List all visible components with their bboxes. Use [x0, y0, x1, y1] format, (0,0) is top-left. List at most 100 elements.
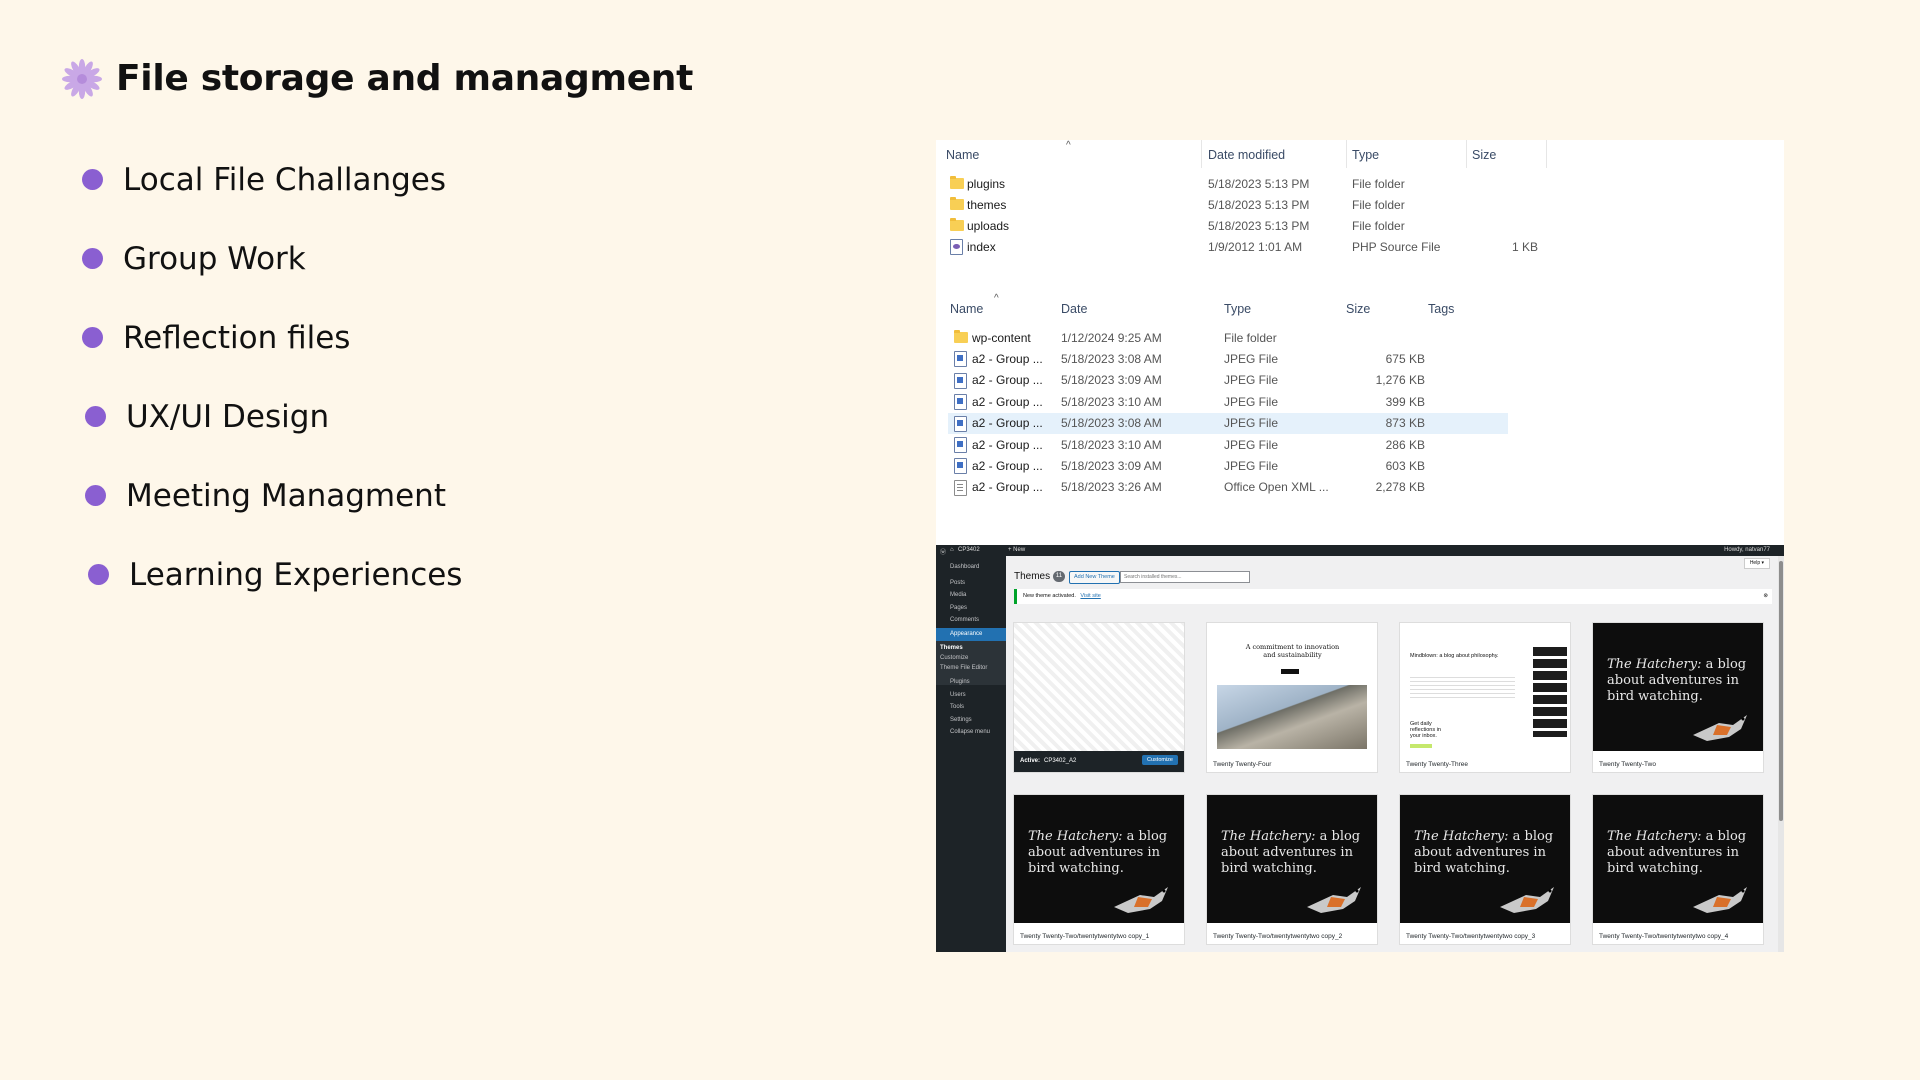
theme-name: Twenty Twenty-Four	[1213, 761, 1272, 768]
sidebar-item-appearance[interactable]: Appearance	[936, 628, 1006, 641]
file-explorer-screenshot: ^ Name Date modified Type Size plugins 5/…	[936, 140, 1784, 545]
sidebar-item-users[interactable]: Users	[950, 692, 966, 698]
file-date: 5/18/2023 3:10 AM	[1061, 437, 1162, 452]
sidebar-item-settings[interactable]: Settings	[950, 717, 972, 723]
column-header-date-modified[interactable]: Date modified	[1208, 148, 1285, 162]
file-date: 5/18/2023 5:13 PM	[1208, 197, 1310, 212]
theme-screenshot: The Hatchery: a blog about adventures in…	[1593, 795, 1763, 923]
theme-card[interactable]: The Hatchery: a blog about adventures in…	[1593, 795, 1763, 944]
column-header-size[interactable]: Size	[1346, 302, 1370, 316]
theme-name: Twenty Twenty-Three	[1406, 761, 1469, 768]
sidebar-item-plugins[interactable]: Plugins	[950, 679, 970, 685]
file-row[interactable]: index 1/9/2012 1:01 AM PHP Source File 1 KB	[936, 236, 1546, 257]
bullet-text: UX/UI Design	[126, 398, 330, 435]
column-header-type[interactable]: Type	[1224, 302, 1251, 316]
file-row[interactable]: a2 - Group ... 5/18/2023 3:10 AM JPEG File…	[948, 391, 1508, 412]
bullet-dot	[82, 248, 103, 269]
sidebar-item-media[interactable]: Media	[950, 592, 966, 598]
php-file-icon	[950, 239, 963, 255]
file-date: 5/18/2023 3:08 AM	[1061, 351, 1162, 366]
file-name: themes	[967, 197, 1007, 212]
file-row[interactable]: a2 - Group ... 5/18/2023 3:08 AM JPEG File…	[948, 412, 1508, 434]
column-header-tags[interactable]: Tags	[1428, 302, 1454, 316]
file-type: File folder	[1352, 197, 1405, 212]
file-name: plugins	[967, 176, 1006, 191]
file-type: PHP Source File	[1352, 239, 1441, 254]
file-name: a2 - Group ...	[972, 416, 1043, 431]
new-content-link[interactable]: + New	[1008, 547, 1025, 553]
submenu-theme-file-editor[interactable]: Theme File Editor	[940, 665, 987, 671]
submenu-customize[interactable]: Customize	[940, 655, 968, 661]
sidebar-item-posts[interactable]: Posts	[950, 580, 965, 586]
howdy-user[interactable]: Howdy, natvan77	[1724, 547, 1770, 553]
file-name: a2 - Group ...	[972, 351, 1043, 366]
slide-title: File storage and managment	[116, 58, 694, 99]
file-row[interactable]: a2 - Group ... 5/18/2023 3:08 AM JPEG File…	[948, 348, 1508, 369]
slide-title-row: File storage and managment	[62, 58, 693, 99]
theme-screenshot: The Hatchery: a blog about adventures in…	[1593, 623, 1763, 751]
theme-card[interactable]: The Hatchery: a blog about adventures in…	[1400, 795, 1570, 944]
theme-activated-notice: New theme activated. Visit site ⊗	[1014, 589, 1772, 604]
file-row[interactable]: a2 - Group ... 5/18/2023 3:26 AM Office Op…	[948, 477, 1508, 498]
bullet-item: UX/UI Design	[82, 377, 462, 456]
theme-card[interactable]: The Hatchery: a blog about adventures in…	[1014, 795, 1184, 944]
sidebar-item-dashboard[interactable]: Dashboard	[950, 564, 979, 570]
add-new-theme-button[interactable]: Add New Theme	[1069, 571, 1120, 584]
bullet-dot	[85, 406, 106, 427]
theme-card[interactable]: The Hatchery: a blog about adventures in…	[1593, 623, 1763, 772]
file-date: 5/18/2023 3:09 AM	[1061, 373, 1162, 388]
file-row[interactable]: a2 - Group ... 5/18/2023 3:09 AM JPEG File…	[948, 370, 1508, 391]
customize-button[interactable]: Customize	[1142, 755, 1178, 765]
theme-screenshot: Mindblown: a blog about philosophy. Get …	[1400, 623, 1570, 751]
scrollbar[interactable]	[1778, 556, 1784, 952]
bird-illustration-icon	[1114, 887, 1168, 913]
theme-card[interactable]: Mindblown: a blog about philosophy. Get …	[1400, 623, 1570, 772]
help-tab[interactable]: Help ▾	[1743, 558, 1770, 569]
column-header-name[interactable]: Name	[950, 302, 983, 316]
bullet-text: Reflection files	[123, 319, 351, 356]
theme-card-active[interactable]: Active: CP3402_A2 Customize	[1014, 623, 1184, 772]
file-date: 5/18/2023 5:13 PM	[1208, 176, 1310, 191]
file-row[interactable]: uploads 5/18/2023 5:13 PM File folder	[936, 215, 1546, 236]
file-row[interactable]: a2 - Group ... 5/18/2023 3:09 AM JPEG File…	[948, 455, 1508, 476]
bullet-dot	[82, 169, 103, 190]
home-icon[interactable]: ⌂	[950, 547, 954, 553]
theme-card[interactable]: The Hatchery: a blog about adventures in…	[1207, 795, 1377, 944]
column-header-type[interactable]: Type	[1352, 148, 1379, 162]
bullet-item: Reflection files	[82, 298, 462, 377]
theme-name: Twenty Twenty-Two	[1599, 761, 1656, 768]
theme-card[interactable]: A commitment to innovation and sustainab…	[1207, 623, 1377, 772]
column-header-size[interactable]: Size	[1472, 148, 1496, 162]
column-header-date[interactable]: Date	[1061, 302, 1087, 316]
sidebar-collapse-menu[interactable]: Collapse menu	[950, 729, 990, 735]
file-row[interactable]: themes 5/18/2023 5:13 PM File folder	[936, 194, 1546, 215]
column-header-name[interactable]: Name	[946, 148, 979, 162]
wordpress-logo-icon[interactable]: ⓦ	[940, 547, 946, 556]
folder-icon	[950, 176, 964, 189]
bullet-dot	[88, 564, 109, 585]
theme-preview-cta: Get daily reflections in your inbox.	[1410, 721, 1441, 739]
file-type: JPEG File	[1224, 351, 1279, 366]
file-name: wp-content	[972, 330, 1031, 345]
file-size: 286 KB	[1385, 437, 1425, 452]
sort-ascending-icon: ^	[994, 293, 999, 304]
theme-preview-headline: A commitment to innovation and sustainab…	[1245, 643, 1340, 659]
file-row[interactable]: wp-content 1/12/2024 9:25 AM File folder	[948, 327, 1508, 348]
themes-main: Themes 11 Add New Theme Help ▾ New theme…	[1006, 556, 1784, 952]
file-type: File folder	[1352, 176, 1405, 191]
sidebar-item-pages[interactable]: Pages	[950, 605, 967, 611]
file-type: File folder	[1352, 218, 1405, 233]
sidebar-item-tools[interactable]: Tools	[950, 704, 964, 710]
scrollbar-thumb[interactable]	[1779, 561, 1783, 821]
theme-name: Twenty Twenty-Two/twentytwentytwo copy_3	[1406, 933, 1536, 940]
search-themes-input[interactable]	[1120, 571, 1250, 583]
site-name[interactable]: CP3402	[958, 547, 980, 553]
bird-illustration-icon	[1307, 887, 1361, 913]
sidebar-item-comments[interactable]: Comments	[950, 617, 979, 623]
file-row[interactable]: plugins 5/18/2023 5:13 PM File folder	[936, 173, 1546, 194]
visit-site-link[interactable]: Visit site	[1080, 593, 1100, 599]
submenu-themes[interactable]: Themes	[940, 645, 963, 651]
theme-screenshot: A commitment to innovation and sustainab…	[1207, 623, 1377, 751]
file-row[interactable]: a2 - Group ... 5/18/2023 3:10 AM JPEG File…	[948, 434, 1508, 455]
dismiss-icon[interactable]: ⊗	[1763, 589, 1768, 604]
